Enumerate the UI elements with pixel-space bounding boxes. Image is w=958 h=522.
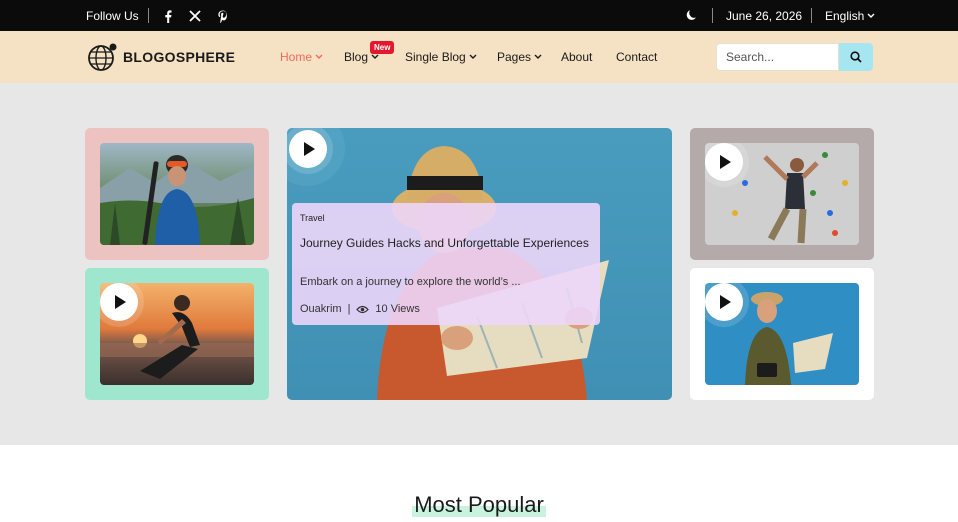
post-views: 10 Views bbox=[375, 303, 420, 315]
x-icon[interactable] bbox=[187, 8, 203, 24]
play-button[interactable] bbox=[289, 130, 327, 168]
search-icon bbox=[850, 51, 862, 63]
play-button[interactable] bbox=[705, 283, 743, 321]
main-header: BLOGOSPHERE Home Blog New Single Blog Pa… bbox=[0, 31, 958, 83]
meta-separator: | bbox=[347, 303, 351, 315]
nav-contact[interactable]: Contact bbox=[616, 50, 657, 64]
nav-label: Home bbox=[280, 50, 313, 64]
dark-mode-toggle-icon[interactable] bbox=[686, 9, 698, 24]
post-excerpt: Embark on a journey to explore the world… bbox=[300, 276, 521, 288]
new-badge: New bbox=[370, 41, 395, 54]
language-selector[interactable]: English bbox=[825, 9, 875, 23]
nav-single-blog[interactable]: Single Blog bbox=[405, 50, 477, 64]
most-popular-section: Most Popular bbox=[0, 492, 958, 518]
nav-label: Blog bbox=[344, 50, 369, 64]
search-input[interactable] bbox=[716, 43, 839, 71]
follow-us-label: Follow Us bbox=[86, 9, 139, 23]
play-button[interactable] bbox=[100, 283, 138, 321]
divider bbox=[148, 8, 149, 23]
nav-label: Contact bbox=[616, 50, 658, 64]
chevron-down-icon bbox=[371, 54, 379, 59]
nav-label: About bbox=[561, 50, 593, 64]
top-bar: Follow Us June 26, 2026 English bbox=[0, 0, 958, 31]
chevron-down-icon bbox=[867, 13, 875, 18]
chevron-down-icon bbox=[534, 54, 542, 59]
nav-home[interactable]: Home bbox=[280, 50, 323, 64]
search-button[interactable] bbox=[839, 43, 873, 71]
post-card[interactable] bbox=[85, 268, 269, 400]
nav-label: Pages bbox=[497, 50, 532, 64]
nav-label: Single Blog bbox=[405, 50, 466, 64]
site-logo[interactable]: BLOGOSPHERE bbox=[86, 42, 235, 72]
section-title: Most Popular bbox=[412, 492, 546, 517]
post-category[interactable]: Travel bbox=[300, 213, 325, 223]
nav-about[interactable]: About bbox=[561, 50, 592, 64]
post-thumbnail[interactable] bbox=[100, 143, 254, 245]
post-title[interactable]: Journey Guides Hacks and Unforgettable E… bbox=[300, 236, 590, 250]
post-card[interactable] bbox=[85, 128, 269, 260]
divider bbox=[811, 8, 812, 23]
post-author[interactable]: Ouakrim bbox=[300, 303, 342, 315]
current-date: June 26, 2026 bbox=[726, 9, 803, 23]
logo-text: BLOGOSPHERE bbox=[123, 49, 236, 65]
post-card[interactable] bbox=[690, 268, 874, 400]
hero-section: Travel Journey Guides Hacks and Unforget… bbox=[0, 83, 958, 445]
chevron-down-icon bbox=[469, 54, 477, 59]
post-card[interactable] bbox=[690, 128, 874, 260]
post-thumbnail[interactable] bbox=[100, 283, 254, 385]
facebook-icon[interactable] bbox=[160, 8, 176, 24]
post-meta: Ouakrim | 10 Views bbox=[300, 303, 420, 315]
pinterest-icon[interactable] bbox=[215, 8, 231, 24]
nav-pages[interactable]: Pages bbox=[497, 50, 542, 64]
post-thumbnail[interactable] bbox=[705, 283, 859, 385]
skier-image bbox=[100, 155, 254, 245]
eye-icon bbox=[356, 305, 370, 313]
divider bbox=[712, 8, 713, 23]
chevron-down-icon bbox=[315, 54, 323, 59]
post-thumbnail[interactable] bbox=[705, 143, 859, 245]
play-button[interactable] bbox=[705, 143, 743, 181]
language-label: English bbox=[825, 9, 865, 23]
globe-logo-icon bbox=[88, 43, 117, 71]
featured-post-overlay[interactable]: Travel Journey Guides Hacks and Unforget… bbox=[292, 203, 600, 325]
